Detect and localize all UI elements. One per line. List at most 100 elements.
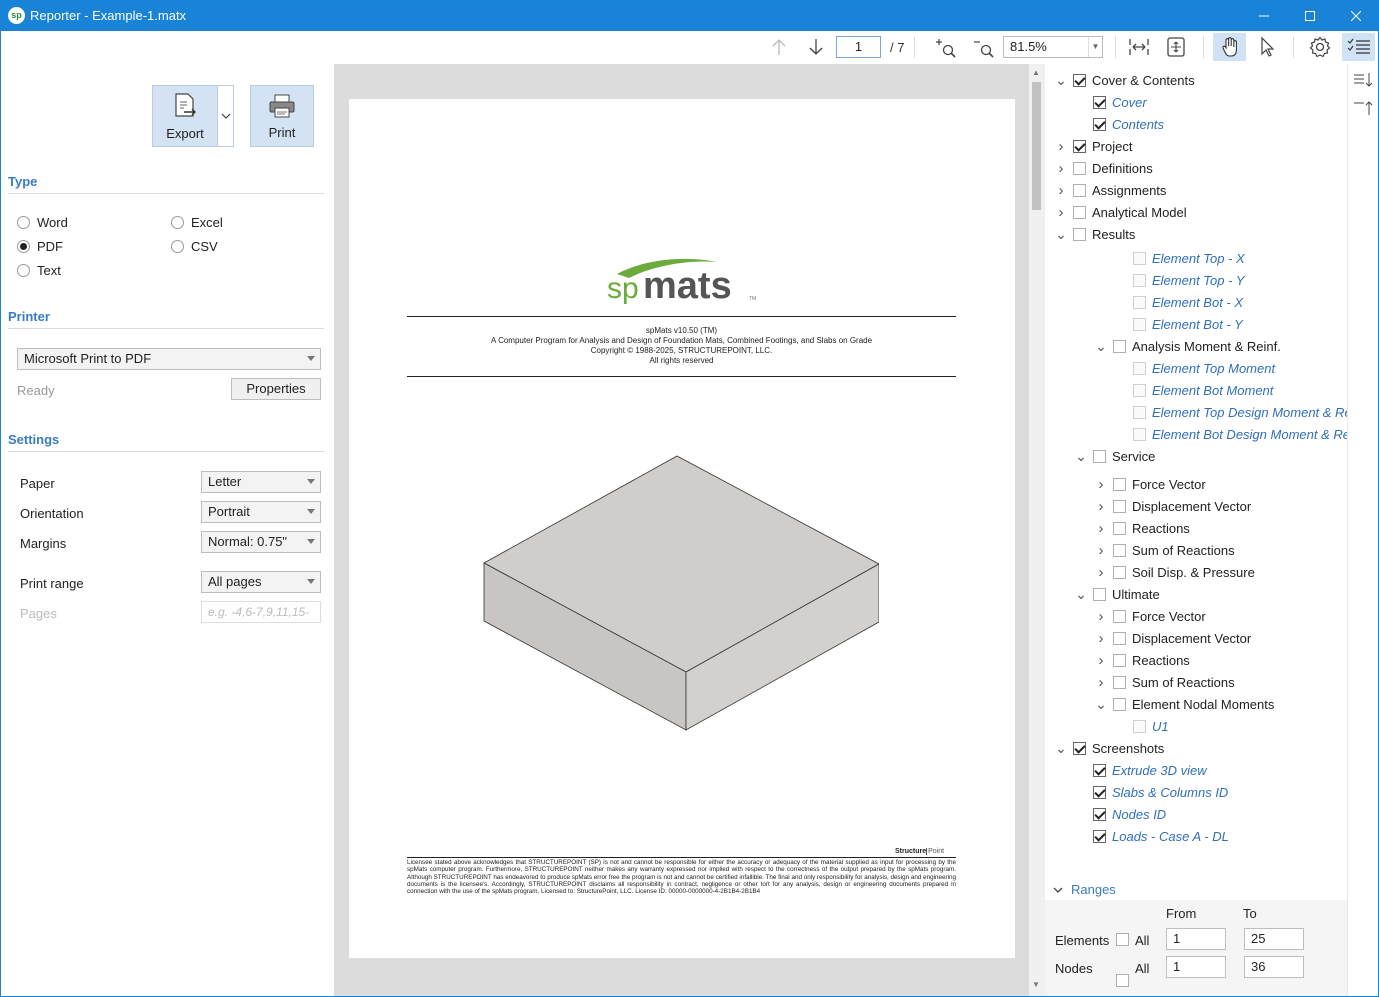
type-option-pdf[interactable]: PDF [17, 239, 63, 254]
zoom-in-button[interactable] [930, 33, 960, 61]
chevron-right-icon[interactable]: › [1055, 160, 1067, 177]
nodes-all-checkbox[interactable] [1116, 974, 1129, 987]
chevron-right-icon[interactable]: › [1095, 476, 1107, 493]
tree-item-checkbox[interactable] [1113, 609, 1126, 623]
chevron-right-icon[interactable]: › [1055, 182, 1067, 199]
tree-item-checkbox[interactable] [1073, 741, 1086, 755]
chevron-right-icon[interactable]: › [1095, 674, 1107, 691]
chevron-down-icon[interactable]: ⌄ [1095, 339, 1107, 353]
maximize-button[interactable] [1287, 0, 1333, 31]
tree-item[interactable]: U1 [1115, 716, 1169, 736]
tree-item[interactable]: › Sum of Reactions [1095, 672, 1235, 692]
tree-item[interactable]: ⌄ Element Nodal Moments [1095, 694, 1274, 714]
tree-item[interactable]: Loads - Case A - DL [1075, 826, 1229, 846]
type-option-word[interactable]: Word [17, 215, 68, 230]
tree-item-checkbox[interactable] [1093, 785, 1106, 799]
contents-panel-button[interactable] [1342, 33, 1375, 61]
zoom-out-button[interactable] [968, 33, 998, 61]
tree-item-checkbox[interactable] [1113, 499, 1126, 513]
chevron-down-icon[interactable]: ⌄ [1055, 73, 1067, 87]
tree-item[interactable]: Cover [1075, 92, 1147, 112]
printer-select[interactable]: Microsoft Print to PDF [17, 348, 321, 370]
pan-tool-button[interactable] [1213, 33, 1246, 61]
tree-item-checkbox[interactable] [1133, 295, 1146, 309]
tree-item[interactable]: › Force Vector [1095, 606, 1206, 626]
tree-item-checkbox[interactable] [1133, 383, 1146, 397]
fit-page-button[interactable] [1161, 33, 1191, 61]
tree-item[interactable]: › Assignments [1055, 180, 1167, 200]
tree-item-checkbox[interactable] [1093, 95, 1106, 109]
chevron-right-icon[interactable]: › [1095, 630, 1107, 647]
tree-item[interactable]: ⌄ Results [1055, 224, 1135, 244]
print-button[interactable]: Print [250, 85, 314, 147]
tree-item-checkbox[interactable] [1133, 405, 1146, 419]
tree-item-checkbox[interactable] [1113, 631, 1126, 645]
radio-csv[interactable] [171, 240, 184, 253]
elements-all-checkbox[interactable] [1116, 933, 1129, 946]
tree-item-checkbox[interactable] [1073, 227, 1086, 241]
tree-item-checkbox[interactable] [1073, 205, 1086, 219]
type-option-excel[interactable]: Excel [171, 215, 223, 230]
tree-item-checkbox[interactable] [1113, 565, 1126, 579]
scroll-thumb[interactable] [1032, 82, 1041, 210]
tree-item[interactable]: Nodes ID [1075, 804, 1166, 824]
tree-item[interactable]: Element Bot - Y [1115, 314, 1243, 334]
type-option-text[interactable]: Text [17, 263, 61, 278]
margins-select[interactable]: Normal: 0.75" [201, 531, 321, 553]
scroll-down-icon[interactable]: ▼ [1032, 980, 1040, 989]
chevron-right-icon[interactable]: › [1055, 138, 1067, 155]
chevron-down-icon[interactable]: ⌄ [1055, 741, 1067, 755]
tree-item[interactable]: › Displacement Vector [1095, 628, 1252, 648]
tree-item-checkbox[interactable] [1073, 73, 1086, 87]
elements-to-input[interactable]: 25 [1244, 928, 1304, 950]
tree-item[interactable]: › Sum of Reactions [1095, 540, 1235, 560]
radio-pdf[interactable] [17, 240, 30, 253]
tree-item-checkbox[interactable] [1133, 251, 1146, 265]
tree-item[interactable]: › Displacement Vector [1095, 496, 1252, 516]
tree-item-checkbox[interactable] [1093, 117, 1106, 131]
radio-text[interactable] [17, 264, 30, 277]
pages-input[interactable]: e.g. -4,6-7,9,11,15- [201, 601, 321, 623]
chevron-right-icon[interactable]: › [1095, 542, 1107, 559]
chevron-right-icon[interactable]: › [1095, 608, 1107, 625]
chevron-right-icon[interactable]: › [1095, 520, 1107, 537]
tree-item-checkbox[interactable] [1133, 719, 1146, 733]
chevron-down-icon[interactable]: ⌄ [1055, 227, 1067, 241]
tree-item[interactable]: Element Bot Moment [1115, 380, 1273, 400]
tree-item[interactable]: ⌄ Screenshots [1055, 738, 1164, 758]
radio-word[interactable] [17, 216, 30, 229]
type-option-csv[interactable]: CSV [171, 239, 218, 254]
tree-item[interactable]: Element Bot Design Moment & Reinf. [1115, 424, 1367, 444]
chevron-down-icon[interactable]: ⌄ [1075, 587, 1087, 601]
tree-item[interactable]: ⌄ Ultimate [1075, 584, 1160, 604]
chevron-right-icon[interactable]: › [1095, 652, 1107, 669]
page-number-input[interactable]: 1 [836, 36, 881, 58]
tree-item-checkbox[interactable] [1073, 183, 1086, 197]
tree-item[interactable]: Contents [1075, 114, 1164, 134]
next-page-button[interactable] [803, 33, 829, 61]
tree-item-checkbox[interactable] [1113, 543, 1126, 557]
tree-item-checkbox[interactable] [1093, 587, 1106, 601]
tree-item-checkbox[interactable] [1073, 139, 1086, 153]
tree-item-checkbox[interactable] [1093, 829, 1106, 843]
fit-width-button[interactable] [1124, 33, 1154, 61]
chevron-down-icon[interactable]: ⌄ [1075, 449, 1087, 463]
tree-item-checkbox[interactable] [1113, 521, 1126, 535]
tree-item[interactable]: ⌄ Service [1075, 446, 1155, 466]
tree-item[interactable]: Element Top Design Moment & Reinf. [1115, 402, 1369, 422]
tree-item[interactable]: Element Bot - X [1115, 292, 1243, 312]
tree-item[interactable]: › Reactions [1095, 650, 1190, 670]
tree-item-checkbox[interactable] [1093, 449, 1106, 463]
tree-item-checkbox[interactable] [1113, 477, 1126, 491]
elements-from-input[interactable]: 1 [1166, 928, 1226, 950]
nodes-from-input[interactable]: 1 [1166, 956, 1226, 978]
tree-item-checkbox[interactable] [1073, 161, 1086, 175]
tree-item[interactable]: › Definitions [1055, 158, 1153, 178]
scroll-up-icon[interactable]: ▲ [1032, 68, 1040, 77]
tree-item-checkbox[interactable] [1113, 653, 1126, 667]
tree-item[interactable]: Element Top - X [1115, 248, 1245, 268]
tree-item[interactable]: › Reactions [1095, 518, 1190, 538]
collapse-all-button[interactable] [1353, 100, 1373, 119]
zoom-dropdown-arrow-icon[interactable]: ▼ [1088, 37, 1102, 57]
tree-item-checkbox[interactable] [1093, 763, 1106, 777]
